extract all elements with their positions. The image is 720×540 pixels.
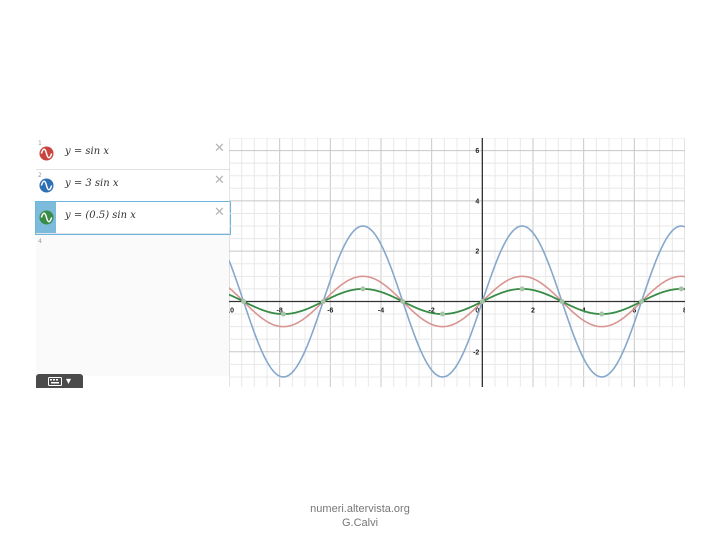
curve-point — [241, 298, 247, 304]
curve-point — [360, 286, 366, 292]
curve-point — [559, 298, 565, 304]
graph-canvas[interactable]: -10-8-6-4-202468642-2 — [229, 138, 685, 387]
expression-color-cell[interactable] — [36, 138, 56, 169]
expression-text[interactable]: y = 3 sin x — [65, 178, 119, 189]
footer-author: G.Calvi — [341, 517, 379, 529]
delete-expression-icon[interactable]: ✕ — [214, 174, 225, 187]
y-tick-label: -2 — [473, 349, 479, 356]
empty-expression-number[interactable]: 4 — [38, 238, 42, 245]
keyboard-icon — [47, 376, 62, 386]
curve-point — [400, 298, 406, 304]
keyboard-caret: ▾ — [65, 375, 72, 387]
sine-wave-icon — [38, 146, 54, 161]
footer-site: numeri.altervista.org — [310, 503, 410, 515]
curve-point — [519, 286, 525, 292]
curve-point — [599, 311, 605, 317]
x-tick-label: -6 — [327, 307, 333, 314]
grid-lines — [229, 138, 685, 387]
expression-row-2[interactable]: 2 y = 3 sin x ✕ — [36, 170, 230, 202]
sine-wave-icon — [38, 210, 54, 225]
y-tick-label: 6 — [475, 148, 479, 155]
expression-row-3[interactable]: 3 y = (0.5) sin x ✕ — [35, 201, 231, 235]
x-tick-label: -10 — [229, 307, 234, 314]
x-tick-label: 2 — [531, 307, 535, 314]
y-tick-label: 2 — [475, 249, 479, 256]
expression-text[interactable]: y = (0.5) sin x — [65, 210, 136, 221]
x-tick-label: -4 — [378, 307, 384, 314]
curve-point — [678, 286, 684, 292]
y-tick-label: 4 — [475, 198, 479, 205]
curve-point — [639, 298, 645, 304]
expression-color-cell[interactable] — [36, 170, 56, 201]
curve-point — [479, 298, 485, 304]
delete-expression-icon[interactable]: ✕ — [214, 206, 225, 219]
expression-list: 1 y = sin x ✕ 2 y = 3 sin x ✕ 3 — [35, 138, 231, 376]
expression-text[interactable]: y = sin x — [65, 146, 109, 157]
keyboard-toggle-button[interactable]: ▾ — [36, 374, 83, 388]
curve-point — [280, 311, 286, 317]
delete-expression-icon[interactable]: ✕ — [214, 142, 225, 155]
footer-credit: numeri.altervista.org G.Calvi — [260, 502, 460, 530]
x-tick-label: 8 — [683, 307, 685, 314]
expression-color-cell[interactable] — [36, 202, 56, 233]
curve-point — [320, 298, 326, 304]
sine-wave-icon — [38, 178, 54, 193]
curve-point — [440, 311, 446, 317]
expression-row-1[interactable]: 1 y = sin x ✕ — [36, 138, 230, 170]
